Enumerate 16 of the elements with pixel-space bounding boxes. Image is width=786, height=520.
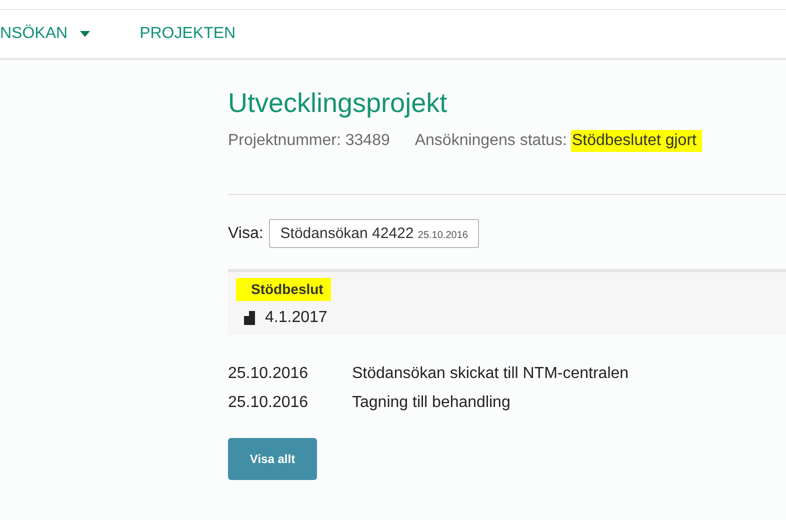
decision-date: 4.1.2017 <box>265 309 328 327</box>
status-value: Stödbeslutet gjort <box>570 130 702 152</box>
page-title: Utvecklingsprojekt <box>228 87 448 119</box>
decision-title: Stödbeslut <box>236 278 332 301</box>
event-text: Stödansökan skickat till NTM-centralen <box>352 364 629 382</box>
show-label: Visa: <box>228 224 264 242</box>
event-date: 25.10.2016 <box>228 394 310 412</box>
nav-link[interactable]: NSÖKAN <box>0 25 90 43</box>
show-all-button[interactable]: Visa allt <box>228 438 317 480</box>
document-icon <box>244 311 255 325</box>
event-date: 25.10.2016 <box>228 364 310 382</box>
status-label: Ansökningens status: <box>414 132 567 150</box>
application-select[interactable]: Stödansökan 42422 25.10.2016 <box>269 219 479 248</box>
project-number: Projektnummer: 33489 <box>228 132 390 150</box>
nav-link[interactable]: PROJEKTEN <box>140 25 236 43</box>
event-text: Tagning till behandling <box>352 394 510 412</box>
